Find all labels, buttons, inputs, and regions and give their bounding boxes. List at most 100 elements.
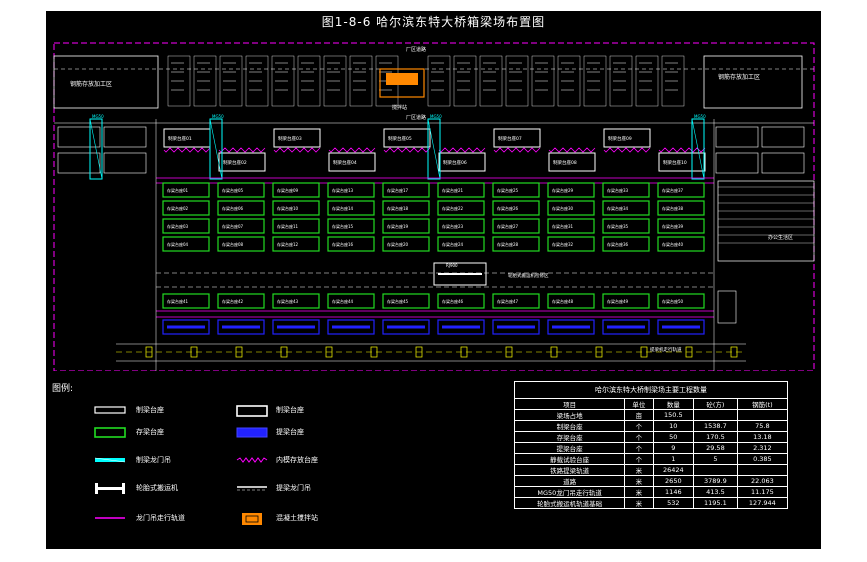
storage-pedestal-label: 存梁台座07 bbox=[222, 223, 244, 229]
table-cell bbox=[693, 464, 738, 476]
blue-rect-icon bbox=[236, 427, 268, 438]
storage-pedestal-label: 存梁台座46 bbox=[442, 298, 464, 304]
table-cell: 个 bbox=[624, 442, 654, 454]
mold-storage-zigzag bbox=[548, 147, 596, 153]
mold-storage-zigzag bbox=[163, 147, 211, 153]
storage-pedestal-label: 存梁台座18 bbox=[387, 205, 409, 211]
table-cell: 1195.1 bbox=[693, 497, 738, 509]
storage-pedestal-label: 存梁台座26 bbox=[497, 205, 519, 211]
legend-label: 制梁龙门吊 bbox=[136, 456, 171, 464]
storage-pedestal-label: 存梁台座24 bbox=[442, 241, 464, 247]
crane-label: MG50 bbox=[694, 114, 706, 119]
mold-storage-zigzag bbox=[603, 147, 651, 153]
track-label: 提梁机走行轨道 bbox=[650, 346, 682, 353]
storage-pedestal-label: 存梁台座36 bbox=[607, 241, 629, 247]
table-cell: 亩 bbox=[624, 409, 654, 421]
storage-pedestal-label: 存梁台座13 bbox=[332, 187, 354, 193]
storage-pedestal-label: 存梁台座41 bbox=[167, 298, 189, 304]
table-row: 轮胎式搬运机轨道基础米 532 1195.1 127.944 bbox=[513, 497, 789, 509]
table-header-cell: 钢筋(t) bbox=[736, 398, 789, 410]
table-cell: 150.5 bbox=[652, 409, 695, 421]
legend-label: 内模存放台座 bbox=[276, 456, 318, 464]
storage-pedestal-label: 存梁台座39 bbox=[662, 223, 684, 229]
table-cell: 提梁台座 bbox=[513, 442, 626, 454]
mixing-station-body bbox=[386, 73, 418, 85]
table-cell: 米 bbox=[624, 475, 654, 487]
legend-label: 存梁台座 bbox=[136, 428, 164, 436]
office-label: 办公生活区 bbox=[768, 234, 793, 241]
storage-pedestal-label: 存梁台座48 bbox=[552, 298, 574, 304]
table-cell: 道路 bbox=[513, 475, 626, 487]
storage-pedestal-label: 存梁台座31 bbox=[552, 223, 574, 229]
storage-pedestal-label: 存梁台座50 bbox=[662, 298, 684, 304]
quantity-table: 哈尔滨东特大桥制梁场主要工程数量 项目 单位 数量 砼(方) 钢筋(t) 梁场占地亩 15… bbox=[513, 381, 789, 509]
storage-pedestal-label: 存梁台座12 bbox=[277, 241, 299, 247]
legend-label: 制梁台座 bbox=[136, 406, 164, 414]
table-cell: 1538.7 bbox=[693, 420, 738, 432]
storage-pedestal-label: 存梁台座37 bbox=[662, 187, 684, 193]
table-row: 道路米 2650 3789.9 22.063 bbox=[513, 475, 789, 487]
white-box-icon bbox=[236, 405, 268, 417]
table-cell: 1 bbox=[652, 453, 695, 465]
crane-label: MG50 bbox=[212, 114, 224, 119]
storage-pedestal-label: 存梁台座42 bbox=[222, 298, 244, 304]
table-cell: 存梁台座 bbox=[513, 431, 626, 443]
crane-label: MG50 bbox=[430, 114, 442, 119]
storage-pedestal-label: 存梁台座27 bbox=[497, 223, 519, 229]
mold-storage-zigzag bbox=[438, 147, 486, 153]
storage-pedestal-label: 存梁台座22 bbox=[442, 205, 464, 211]
table-cell: 26424 bbox=[652, 464, 695, 476]
production-pedestal-label: 制梁台座10 bbox=[663, 159, 687, 166]
mold-storage-zigzag bbox=[383, 147, 431, 153]
legend-label: 提梁龙门吊 bbox=[276, 484, 311, 492]
storage-pedestal-label: 存梁台座25 bbox=[497, 187, 519, 193]
table-cell bbox=[736, 464, 789, 476]
table-cell: 532 bbox=[652, 497, 695, 509]
legend-heading: 图例: bbox=[52, 384, 74, 394]
legend-label: 提梁台座 bbox=[276, 428, 304, 436]
storage-pedestal-label: 存梁台座30 bbox=[552, 205, 574, 211]
legend-label: 轮胎式搬运机 bbox=[136, 484, 178, 492]
storage-pedestal-label: 存梁台座34 bbox=[607, 205, 629, 211]
storage-pedestal-label: 存梁台座20 bbox=[387, 241, 409, 247]
storage-pedestal-label: 存梁台座11 bbox=[277, 223, 299, 229]
table-header-row: 项目 单位 数量 砼(方) 钢筋(t) bbox=[513, 398, 789, 410]
magenta-line-icon bbox=[95, 517, 125, 519]
table-cell: 9 bbox=[652, 442, 695, 454]
site-plan: 厂区道路厂区道路钢筋存放加工区钢筋存放加工区搅拌站制梁台座01 制梁台座03 制梁台… bbox=[53, 42, 815, 371]
table-row: 铁路提梁轨道米 26424 bbox=[513, 464, 789, 476]
storage-pedestal-label: 存梁台座23 bbox=[442, 223, 464, 229]
white-rect-icon bbox=[94, 406, 126, 414]
storage-pedestal-label: 存梁台座19 bbox=[387, 223, 409, 229]
storage-pedestal-label: 存梁台座28 bbox=[497, 241, 519, 247]
rebar-area-right-label: 钢筋存放加工区 bbox=[718, 73, 760, 81]
production-pedestal-label: 制梁台座01 bbox=[168, 135, 192, 142]
production-pedestal-label: 制梁台座06 bbox=[443, 159, 467, 166]
storage-pedestal-label: 存梁台座29 bbox=[552, 187, 574, 193]
table-cell: 10 bbox=[652, 420, 695, 432]
shed bbox=[103, 152, 147, 174]
table-cell: 13.18 bbox=[736, 431, 789, 443]
table-cell: 75.8 bbox=[736, 420, 789, 432]
storage-pedestal-label: 存梁台座04 bbox=[167, 241, 189, 247]
storage-pedestal-label: 存梁台座15 bbox=[332, 223, 354, 229]
table-caption: 哈尔滨东特大桥制梁场主要工程数量 bbox=[514, 381, 788, 398]
storage-pedestal-label: 存梁台座35 bbox=[607, 223, 629, 229]
production-pedestal-label: 制梁台座03 bbox=[278, 135, 302, 142]
green-rect-icon bbox=[94, 427, 126, 438]
table-cell: 静载试验台座 bbox=[513, 453, 626, 465]
storage-pedestal-label: 存梁台座03 bbox=[167, 223, 189, 229]
storage-pedestal-label: 存梁台座14 bbox=[332, 205, 354, 211]
crane-label: MG50 bbox=[92, 114, 104, 119]
table-row: 梁场占地亩 150.5 bbox=[513, 409, 789, 421]
storage-pedestal-label: 存梁台座08 bbox=[222, 241, 244, 247]
table-cell: 3789.9 bbox=[693, 475, 738, 487]
storage-pedestal-label: 存梁台座01 bbox=[167, 187, 189, 193]
table-cell: 11.175 bbox=[736, 486, 789, 498]
production-pedestal-label: 制梁台座07 bbox=[498, 135, 522, 142]
storage-pedestal-label: 存梁台座49 bbox=[607, 298, 629, 304]
table-row: MG50龙门吊走行轨道米 1146 413.5 11.175 bbox=[513, 486, 789, 498]
gantry-brace bbox=[209, 118, 223, 180]
mold-storage-zigzag bbox=[493, 147, 541, 153]
table-cell: 个 bbox=[624, 431, 654, 443]
